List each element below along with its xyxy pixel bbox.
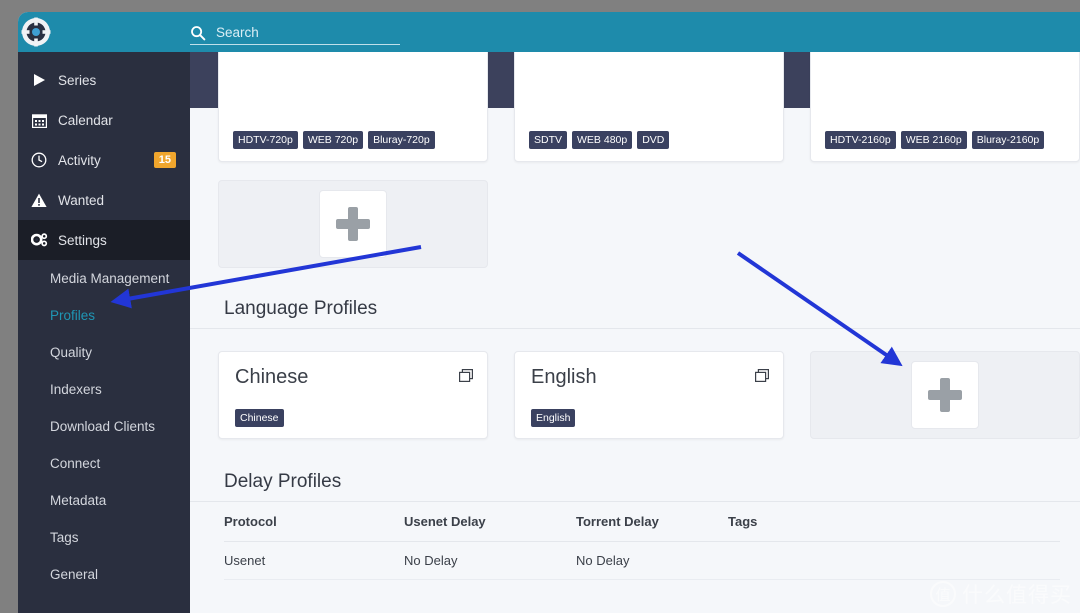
cell-tags bbox=[728, 542, 1060, 580]
column-header-torrent-delay: Torrent Delay bbox=[576, 502, 728, 542]
language-profile-card-english[interactable]: English English bbox=[514, 351, 784, 439]
sidebar-item-tags[interactable]: Tags bbox=[18, 519, 190, 556]
sidebar-item-profiles[interactable]: Profiles bbox=[18, 297, 190, 334]
clone-icon[interactable] bbox=[459, 369, 473, 388]
language-profiles-heading: Language Profiles bbox=[190, 298, 1080, 329]
language-profile-card-chinese[interactable]: Chinese Chinese bbox=[218, 351, 488, 439]
cell-protocol: Usenet bbox=[224, 542, 404, 580]
quality-profile-card[interactable]: HDTV-720p WEB 720p Bluray-720p bbox=[218, 52, 488, 162]
quality-profile-tags: HDTV-720p WEB 720p Bluray-720p bbox=[233, 131, 435, 149]
subnav-label: Tags bbox=[50, 530, 79, 545]
delay-profiles-table-wrap: Protocol Usenet Delay Torrent Delay Tags… bbox=[190, 502, 1080, 580]
add-quality-profile-inner bbox=[319, 190, 387, 258]
subnav-label: General bbox=[50, 567, 98, 582]
quality-tag: HDTV-2160p bbox=[825, 131, 896, 149]
column-header-protocol: Protocol bbox=[224, 502, 404, 542]
main-content: Show Advanced HDTV-720p WEB 720p Bluray-… bbox=[190, 52, 1080, 613]
subnav-label: Download Clients bbox=[50, 419, 155, 434]
language-profiles-row: Chinese Chinese English bbox=[190, 351, 1080, 439]
quality-profiles-row: HDTV-720p WEB 720p Bluray-720p SDTV WEB … bbox=[190, 108, 1080, 162]
column-header-usenet-delay: Usenet Delay bbox=[404, 502, 576, 542]
top-header bbox=[18, 12, 1080, 52]
warning-icon bbox=[30, 191, 48, 209]
sidebar-item-label: Series bbox=[58, 73, 96, 88]
app-window: Series Calendar bbox=[18, 12, 1080, 613]
quality-profile-tags: HDTV-2160p WEB 2160p Bluray-2160p bbox=[825, 131, 1044, 149]
sidebar-item-quality[interactable]: Quality bbox=[18, 334, 190, 371]
cell-usenet-delay: No Delay bbox=[404, 542, 576, 580]
cell-torrent-delay: No Delay bbox=[576, 542, 728, 580]
quality-profile-tags: SDTV WEB 480p DVD bbox=[529, 131, 669, 149]
search-icon bbox=[190, 25, 206, 41]
sidebar-item-label: Calendar bbox=[58, 113, 113, 128]
plus-icon bbox=[928, 378, 962, 412]
sidebar-item-indexers[interactable]: Indexers bbox=[18, 371, 190, 408]
quality-tag: HDTV-720p bbox=[233, 131, 298, 149]
language-profile-name: English bbox=[531, 366, 769, 389]
column-header-tags: Tags bbox=[728, 502, 1060, 542]
subnav-label: Indexers bbox=[50, 382, 102, 397]
add-language-profile-inner bbox=[911, 361, 979, 429]
quality-tag: WEB 480p bbox=[572, 131, 632, 149]
gears-icon bbox=[30, 231, 48, 249]
watermark-text: 什么值得买 bbox=[962, 579, 1072, 609]
sidebar-item-wanted[interactable]: Wanted bbox=[18, 180, 190, 220]
delay-profiles-table: Protocol Usenet Delay Torrent Delay Tags… bbox=[224, 502, 1060, 580]
quality-profile-card[interactable]: HDTV-2160p WEB 2160p Bluray-2160p bbox=[810, 52, 1080, 162]
language-tag: Chinese bbox=[235, 409, 284, 427]
quality-tag: SDTV bbox=[529, 131, 567, 149]
sidebar-item-general[interactable]: General bbox=[18, 556, 190, 593]
play-icon bbox=[30, 71, 48, 89]
plus-icon bbox=[336, 207, 370, 241]
language-profile-tags: English bbox=[531, 408, 575, 426]
subnav-label: Connect bbox=[50, 456, 100, 471]
quality-tag: WEB 720p bbox=[303, 131, 363, 149]
language-profile-tags: Chinese bbox=[235, 408, 284, 426]
subnav-label: Quality bbox=[50, 345, 92, 360]
sidebar-item-label: Settings bbox=[58, 233, 107, 248]
watermark-logo-icon: 值 bbox=[930, 581, 956, 607]
delay-profiles-heading: Delay Profiles bbox=[190, 471, 1080, 502]
clone-icon[interactable] bbox=[755, 369, 769, 388]
watermark: 值 什么值得买 bbox=[930, 579, 1072, 609]
subnav-label: Media Management bbox=[50, 271, 169, 286]
quality-tag: DVD bbox=[637, 131, 669, 149]
sonarr-logo-icon[interactable] bbox=[18, 12, 54, 52]
sidebar-item-connect[interactable]: Connect bbox=[18, 445, 190, 482]
quality-tag: Bluray-720p bbox=[368, 131, 435, 149]
sidebar-item-calendar[interactable]: Calendar bbox=[18, 100, 190, 140]
sidebar-item-label: Activity bbox=[58, 153, 101, 168]
add-quality-profile-button[interactable] bbox=[218, 180, 488, 268]
sidebar-item-settings[interactable]: Settings bbox=[18, 220, 190, 260]
search-input[interactable] bbox=[216, 25, 396, 40]
subnav-label: Metadata bbox=[50, 493, 106, 508]
table-header-row: Protocol Usenet Delay Torrent Delay Tags bbox=[224, 502, 1060, 542]
language-profile-name: Chinese bbox=[235, 366, 473, 389]
quality-add-row bbox=[190, 180, 1080, 268]
sidebar-item-download-clients[interactable]: Download Clients bbox=[18, 408, 190, 445]
sidebar-item-series[interactable]: Series bbox=[18, 60, 190, 100]
quality-tag: WEB 2160p bbox=[901, 131, 967, 149]
add-language-profile-button[interactable] bbox=[810, 351, 1080, 439]
sidebar-item-metadata[interactable]: Metadata bbox=[18, 482, 190, 519]
sidebar-item-media-management[interactable]: Media Management bbox=[18, 260, 190, 297]
sidebar-item-activity[interactable]: Activity 15 bbox=[18, 140, 190, 180]
subnav-label: Profiles bbox=[50, 308, 95, 323]
clock-icon bbox=[30, 151, 48, 169]
quality-tag: Bluray-2160p bbox=[972, 131, 1044, 149]
table-row[interactable]: Usenet No Delay No Delay bbox=[224, 542, 1060, 580]
sidebar-item-label: Wanted bbox=[58, 193, 104, 208]
language-tag: English bbox=[531, 409, 575, 427]
search-bar[interactable] bbox=[190, 21, 400, 45]
quality-profile-card[interactable]: SDTV WEB 480p DVD bbox=[514, 52, 784, 162]
sidebar: Series Calendar bbox=[18, 52, 190, 613]
activity-badge: 15 bbox=[154, 152, 176, 168]
calendar-icon bbox=[30, 111, 48, 129]
